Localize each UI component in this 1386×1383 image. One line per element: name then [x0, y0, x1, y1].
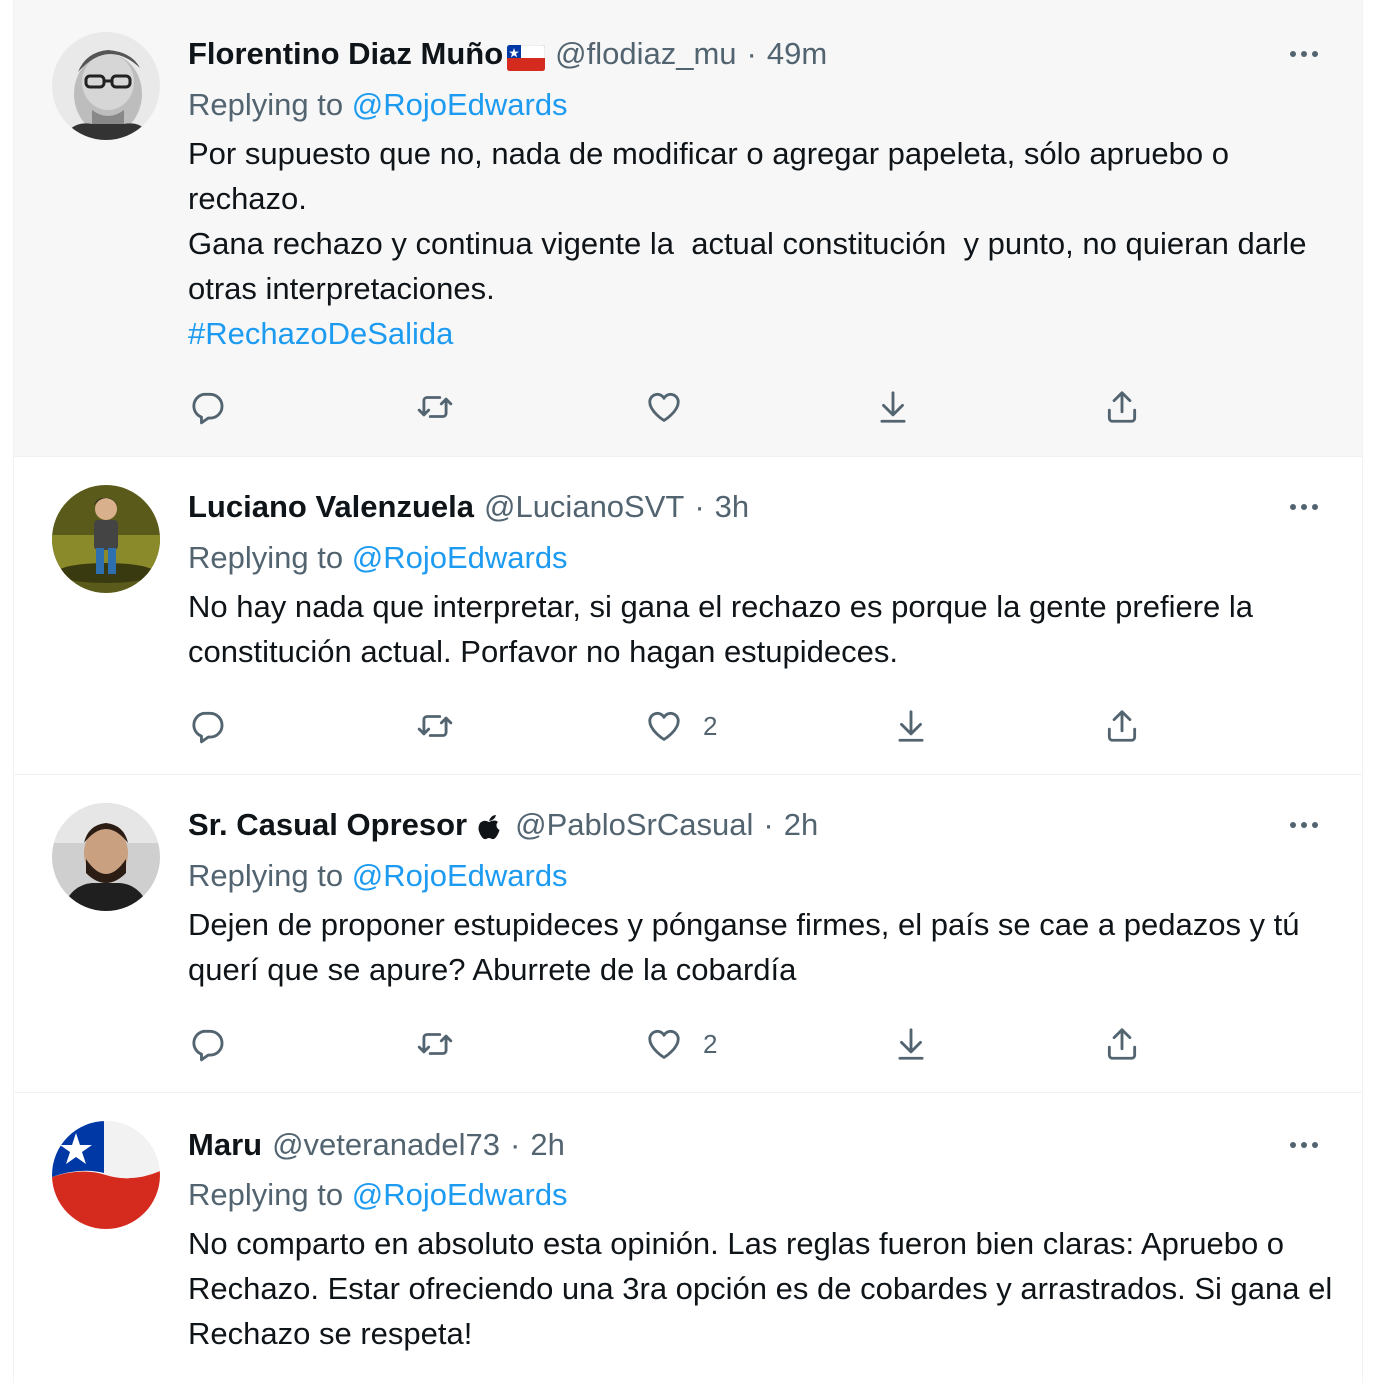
like-icon — [648, 1029, 680, 1059]
avatar[interactable] — [52, 32, 160, 140]
share-button[interactable] — [1103, 385, 1141, 429]
tweet-line: Dejen de proponer estupideces y pónganse… — [188, 907, 1309, 987]
tweet-header: Sr. Casual Opresor @PabloSrCasual · 2h — [188, 805, 818, 845]
like-button[interactable] — [645, 385, 683, 429]
tweet-header: Luciano Valenzuela @LucianoSVT · 3h — [188, 487, 749, 527]
reply-icon — [192, 1029, 224, 1062]
reply-button[interactable] — [188, 704, 226, 748]
tweet-line: Gana rechazo y continua vigente la actua… — [188, 226, 1316, 306]
download-icon — [898, 710, 924, 742]
timestamp[interactable]: 3h — [715, 487, 749, 527]
replying-label: Replying to — [188, 1177, 344, 1212]
mention-link[interactable]: @RojoEdwards — [352, 1177, 568, 1212]
action-bar: 2 — [188, 704, 1178, 748]
share-icon — [1107, 391, 1137, 423]
display-name[interactable]: Sr. Casual Opresor — [188, 805, 467, 845]
hashtag-link[interactable]: #RechazoDeSalida — [188, 311, 1338, 356]
download-button[interactable] — [892, 1022, 930, 1066]
like-count: 2 — [703, 1028, 718, 1059]
avatar[interactable] — [52, 1121, 160, 1229]
download-icon — [898, 1028, 924, 1060]
reply-icon — [192, 392, 224, 425]
chile-flag-icon — [506, 41, 546, 72]
more-options-icon[interactable] — [1286, 1127, 1322, 1163]
timestamp[interactable]: 49m — [767, 34, 827, 74]
user-handle[interactable]: @PabloSrCasual — [515, 805, 753, 845]
separator-dot: · — [694, 489, 705, 524]
display-name[interactable]: Florentino Diaz Muño — [188, 34, 503, 74]
separator-dot: · — [746, 36, 757, 71]
reply-timeline: Florentino Diaz Muño @flodiaz_mu · 49m R… — [13, 0, 1363, 1383]
avatar-chile-flag-icon — [52, 1121, 160, 1229]
display-name[interactable]: Luciano Valenzuela — [188, 487, 474, 527]
download-button[interactable] — [874, 385, 912, 429]
tweet[interactable]: Maru @veteranadel73 · 2h Replying to @Ro… — [14, 1093, 1362, 1383]
download-icon — [880, 391, 906, 423]
tweet[interactable]: Luciano Valenzuela @LucianoSVT · 3h Repl… — [14, 457, 1362, 775]
replying-label: Replying to — [188, 540, 344, 575]
replying-to: Replying to @RojoEdwards — [188, 85, 568, 125]
avatar[interactable] — [52, 803, 160, 911]
tweet-header: Maru @veteranadel73 · 2h — [188, 1125, 565, 1165]
display-name[interactable]: Maru — [188, 1125, 262, 1165]
mention-link[interactable]: @RojoEdwards — [352, 87, 568, 122]
more-options-icon[interactable] — [1286, 36, 1322, 72]
replying-label: Replying to — [188, 87, 344, 122]
like-button[interactable]: 2 — [645, 704, 717, 748]
tweet-text: No hay nada que interpretar, si gana el … — [188, 584, 1338, 674]
tweet-line: Por supuesto que no, nada de modificar o… — [188, 136, 1238, 216]
timestamp[interactable]: 2h — [530, 1125, 564, 1165]
share-button[interactable] — [1103, 1022, 1141, 1066]
action-bar — [188, 385, 1178, 429]
reply-icon — [192, 711, 224, 744]
share-icon — [1107, 710, 1137, 742]
like-button[interactable]: 2 — [645, 1022, 717, 1066]
tweet-line: No comparto en absoluto esta opinión. La… — [188, 1226, 1341, 1351]
tweet-line: No hay nada que interpretar, si gana el … — [188, 589, 1262, 669]
reply-button[interactable] — [188, 385, 226, 429]
like-icon — [648, 711, 680, 741]
replying-label: Replying to — [188, 858, 344, 893]
retweet-icon — [417, 715, 453, 737]
user-handle[interactable]: @LucianoSVT — [484, 487, 684, 527]
avatar-young-man-beard-icon — [52, 803, 160, 911]
share-icon — [1107, 1028, 1137, 1060]
replying-to: Replying to @RojoEdwards — [188, 856, 568, 896]
more-options-icon[interactable] — [1286, 807, 1322, 843]
mention-link[interactable]: @RojoEdwards — [352, 540, 568, 575]
retweet-button[interactable] — [416, 704, 454, 748]
tweet[interactable]: Florentino Diaz Muño @flodiaz_mu · 49m R… — [14, 0, 1362, 457]
like-count: 2 — [703, 710, 718, 741]
retweet-icon — [417, 396, 453, 418]
share-button[interactable] — [1103, 704, 1141, 748]
avatar-elderly-man-glasses-icon — [52, 32, 160, 140]
tweet-text: Por supuesto que no, nada de modificar o… — [188, 131, 1338, 356]
separator-dot: · — [510, 1127, 521, 1162]
reply-button[interactable] — [188, 1022, 226, 1066]
download-button[interactable] — [892, 704, 930, 748]
retweet-button[interactable] — [416, 1022, 454, 1066]
apple-icon — [477, 811, 501, 840]
retweet-button[interactable] — [416, 385, 454, 429]
tweet[interactable]: Sr. Casual Opresor @PabloSrCasual · 2h R… — [14, 775, 1362, 1093]
user-handle[interactable]: @flodiaz_mu — [555, 34, 736, 74]
tweet-text: No comparto en absoluto esta opinión. La… — [188, 1221, 1338, 1356]
replying-to: Replying to @RojoEdwards — [188, 1175, 568, 1215]
replying-to: Replying to @RojoEdwards — [188, 538, 568, 578]
like-icon — [648, 392, 680, 422]
mention-link[interactable]: @RojoEdwards — [352, 858, 568, 893]
user-handle[interactable]: @veteranadel73 — [272, 1125, 500, 1165]
timestamp[interactable]: 2h — [784, 805, 818, 845]
more-options-icon[interactable] — [1286, 489, 1322, 525]
avatar[interactable] — [52, 485, 160, 593]
tweet-header: Florentino Diaz Muño @flodiaz_mu · 49m — [188, 34, 827, 74]
tweet-text: Dejen de proponer estupideces y pónganse… — [188, 902, 1338, 992]
separator-dot: · — [763, 807, 774, 842]
action-bar: 2 — [188, 1022, 1178, 1066]
avatar-cartoon-man-icon — [52, 485, 160, 593]
retweet-icon — [417, 1033, 453, 1055]
